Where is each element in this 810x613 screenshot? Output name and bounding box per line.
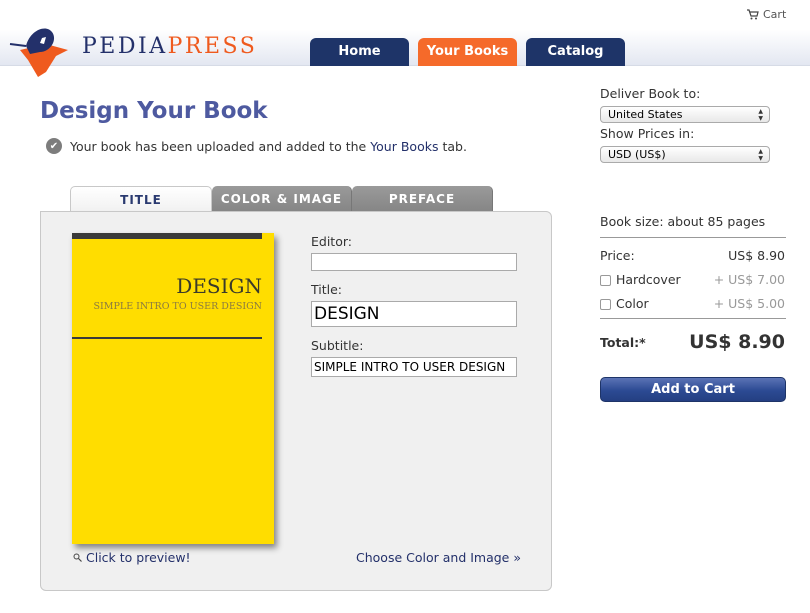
price-label: Price:: [600, 248, 635, 263]
price-row: Price: US$ 8.90: [600, 248, 785, 263]
hardcover-price: + US$ 7.00: [713, 272, 785, 287]
pediapress-logo-icon[interactable]: [6, 22, 76, 77]
select-arrows-icon: ▲ ▼: [758, 108, 763, 122]
site-header: PEDIAPRESS Cart Home Your Books Catalog: [0, 0, 810, 77]
editor-input[interactable]: [311, 253, 517, 271]
tab-color-image[interactable]: COLOR & IMAGE: [212, 186, 352, 212]
color-price: + US$ 5.00: [713, 296, 785, 311]
title-input[interactable]: [311, 301, 517, 327]
option-hardcover: Hardcover + US$ 7.00: [600, 272, 785, 287]
hardcover-label: Hardcover: [616, 272, 681, 287]
page-title: Design Your Book: [40, 98, 268, 124]
notice-text: Your book has been uploaded and added to…: [70, 138, 467, 154]
main-nav: Home Your Books Catalog: [310, 38, 625, 66]
total-value: US$ 8.90: [689, 331, 785, 353]
cart-link[interactable]: Cart: [746, 8, 786, 21]
book-size: Book size: about 85 pages: [600, 214, 766, 229]
editor-label: Editor:: [311, 234, 352, 249]
design-tabs: TITLE COLOR & IMAGE PREFACE: [70, 186, 493, 213]
divider: [600, 237, 786, 238]
divider: [600, 318, 786, 319]
cart-label: Cart: [763, 8, 787, 21]
magnifier-icon: [73, 553, 82, 562]
price-value: US$ 8.90: [728, 248, 785, 263]
upload-notice: ✔ Your book has been uploaded and added …: [46, 138, 467, 154]
add-to-cart-button[interactable]: Add to Cart: [600, 377, 786, 402]
checkmark-icon: ✔: [46, 138, 62, 154]
select-arrows-icon: ▲ ▼: [758, 148, 763, 162]
nav-tab-catalog[interactable]: Catalog: [526, 38, 625, 66]
choose-color-image-link[interactable]: Choose Color and Image »: [356, 550, 521, 565]
color-label: Color: [616, 296, 649, 311]
cover-subtitle: SIMPLE INTRO TO USER DESIGN: [93, 301, 263, 312]
cart-icon: [747, 9, 759, 20]
deliver-label: Deliver Book to:: [600, 86, 701, 101]
book-cover-preview[interactable]: DESIGN SIMPLE INTRO TO USER DESIGN: [72, 233, 274, 544]
hardcover-checkbox[interactable]: [600, 275, 611, 286]
currency-label: Show Prices in:: [600, 126, 695, 141]
currency-select[interactable]: USD (US$) ▲ ▼: [600, 146, 770, 163]
nav-tab-home[interactable]: Home: [310, 38, 409, 66]
title-label: Title:: [311, 282, 342, 297]
cover-title: DESIGN: [176, 274, 262, 298]
tab-title[interactable]: TITLE: [70, 186, 212, 213]
subtitle-label: Subtitle:: [311, 338, 364, 353]
your-books-link[interactable]: Your Books: [370, 139, 438, 154]
brand-name[interactable]: PEDIAPRESS: [82, 34, 257, 59]
option-color: Color + US$ 5.00: [600, 296, 785, 311]
total-row: Total:* US$ 8.90: [600, 331, 785, 353]
cover-top-bar: [72, 233, 262, 239]
deliver-country-select[interactable]: United States ▲ ▼: [600, 106, 770, 123]
preview-link[interactable]: Click to preview!: [73, 550, 191, 565]
color-checkbox[interactable]: [600, 299, 611, 310]
subtitle-input[interactable]: [311, 357, 517, 377]
nav-tab-your-books[interactable]: Your Books: [418, 38, 517, 66]
tab-preface[interactable]: PREFACE: [352, 186, 493, 212]
design-panel: DESIGN SIMPLE INTRO TO USER DESIGN Edito…: [40, 211, 552, 591]
cover-rule: [72, 337, 262, 339]
total-label: Total:*: [600, 334, 646, 350]
